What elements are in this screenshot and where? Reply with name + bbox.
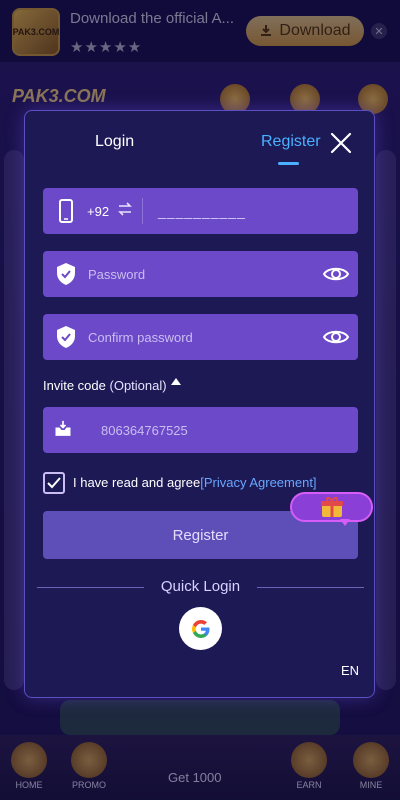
eye-icon[interactable] [322, 263, 350, 285]
invite-code-label: Invite code (Optional) [43, 378, 167, 393]
checkmark-icon [47, 477, 61, 489]
google-login-button[interactable] [179, 607, 222, 650]
active-tab-indicator [278, 162, 299, 165]
tab-login[interactable]: Login [95, 133, 134, 151]
phone-icon [59, 199, 73, 223]
language-selector[interactable]: EN [341, 663, 359, 678]
invite-code-field[interactable]: 806364767525 [43, 407, 358, 453]
country-code[interactable]: +92 [87, 204, 109, 219]
shield-check-icon [57, 326, 75, 348]
phone-input[interactable]: __________ [158, 203, 246, 219]
phone-field[interactable]: +92 __________ [43, 188, 358, 234]
collapse-caret-icon[interactable] [171, 378, 181, 385]
gift-badge[interactable] [290, 492, 373, 522]
password-input[interactable]: Password [88, 267, 145, 282]
inbox-icon [55, 420, 71, 436]
field-divider [142, 198, 143, 224]
register-modal: Login Register +92 __________ Password C… [24, 110, 375, 698]
confirm-password-field[interactable]: Confirm password [43, 314, 358, 360]
agreement-text: I have read and agree[Privacy Agreement] [73, 475, 317, 490]
shield-check-icon [57, 263, 75, 285]
invite-optional: (Optional) [109, 378, 167, 393]
google-icon [191, 619, 209, 638]
invite-code-title: Invite code [43, 378, 106, 393]
quick-login-divider-right [257, 587, 364, 588]
confirm-password-input[interactable]: Confirm password [88, 330, 193, 345]
tab-register[interactable]: Register [261, 133, 321, 151]
gift-badge-tail [340, 519, 350, 526]
password-field[interactable]: Password [43, 251, 358, 297]
agree-checkbox[interactable] [43, 472, 65, 494]
close-icon[interactable] [329, 131, 353, 155]
swap-icon[interactable] [117, 201, 133, 217]
gift-icon [320, 497, 343, 517]
agreement-label: I have read and agree [73, 475, 201, 490]
privacy-agreement-link[interactable]: [Privacy Agreement] [200, 475, 316, 490]
invite-code-input[interactable]: 806364767525 [101, 423, 188, 438]
eye-icon[interactable] [322, 326, 350, 348]
